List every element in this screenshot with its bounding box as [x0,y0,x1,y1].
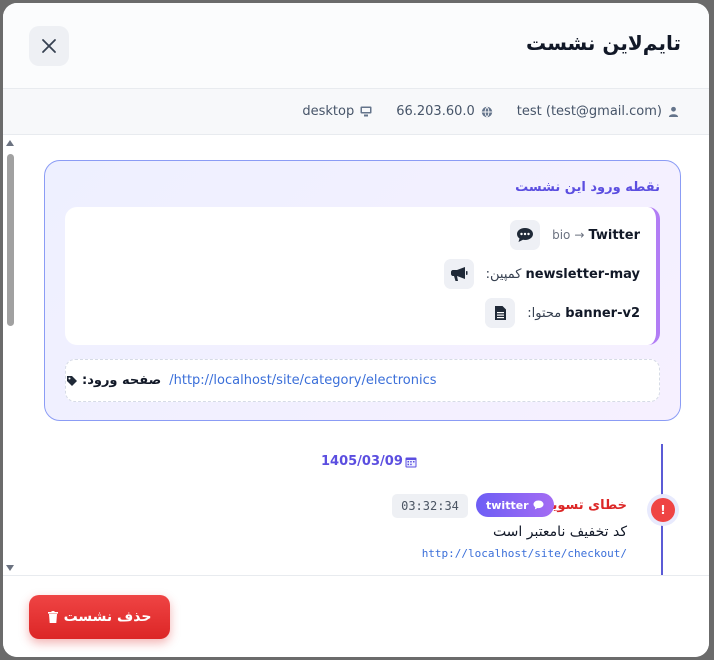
modal-header: تایم‌لاین نشست [3,3,709,89]
user-icon [668,106,679,117]
close-button[interactable] [29,26,69,66]
entry-campaign-text: کمپین: newsletter-may [486,267,640,282]
timeline-scroll-area[interactable]: نقطه ورود این نشست bio → Twitter کمپین: … [3,136,709,575]
source-name: Twitter [588,227,640,243]
trash-icon [47,611,58,623]
scroll-up-arrow-icon[interactable] [6,140,14,146]
scroll-down-arrow-icon[interactable] [6,565,14,571]
globe-icon [481,106,492,117]
desktop-icon [360,106,372,117]
event-description: کد تخفیف نامعتبر است [492,524,627,540]
event-marker: ! [647,494,679,526]
comment-dots-icon [510,220,541,250]
entry-source-text: bio → Twitter [552,228,640,243]
entry-campaign-row: کمپین: newsletter-may [443,259,640,289]
landing-label-wrap: صفحه ورود: [66,373,161,388]
campaign-value: newsletter-may [525,266,640,282]
session-timeline-modal: تایم‌لاین نشست test (test@gmail.com) 66.… [3,3,709,657]
content-value: banner-v2 [565,305,640,321]
file-icon [485,298,516,328]
timeline-date: 1405/03/09 [321,454,417,469]
info-device: desktop [302,104,372,119]
calendar-icon [405,457,417,467]
event-title: خطای تسویه [544,498,627,513]
entry-source-row: bio → Twitter [510,220,640,250]
delete-session-label: حذف نشست [63,609,152,625]
scrollbar-thumb[interactable] [7,154,14,326]
scrollbar[interactable] [5,136,15,575]
exclamation-circle-icon: ! [651,498,675,522]
entry-details: bio → Twitter کمپین: newsletter-may محتو… [65,207,660,345]
source-arrow: → [574,228,585,242]
landing-page-box: صفحه ورود: http://localhost/site/categor… [65,359,660,402]
content-label: محتوا: [527,305,562,321]
session-info-bar: test (test@gmail.com) 66.203.60.0 deskto… [3,89,709,135]
event-source-badge: twitter [476,493,554,517]
delete-session-button[interactable]: حذف نشست [29,595,170,639]
entry-point-title: نقطه ورود این نشست [515,180,660,195]
info-user: test (test@gmail.com) [517,104,679,119]
close-icon [42,39,56,53]
timeline-date-text: 1405/03/09 [321,454,403,469]
info-ip-text: 66.203.60.0 [396,104,475,119]
landing-label: صفحه ورود: [82,373,162,388]
info-device-text: desktop [302,104,355,119]
megaphone-icon [443,259,474,289]
event-badge-text: twitter [486,498,529,512]
modal-footer: حذف نشست [3,575,709,657]
campaign-label: کمپین: [485,266,522,282]
landing-url-link[interactable]: http://localhost/site/category/electroni… [169,373,436,388]
tag-icon [67,375,77,386]
source-medium: bio [552,228,571,242]
event-url-link[interactable]: http://localhost/site/checkout/ [422,547,627,560]
info-ip: 66.203.60.0 [396,104,493,119]
event-time: 03:32:34 [392,494,468,518]
info-user-text: test (test@gmail.com) [516,104,662,119]
entry-content-text: محتوا: banner-v2 [527,306,640,321]
entry-content-row: محتوا: banner-v2 [485,298,640,328]
entry-point-card: نقطه ورود این نشست bio → Twitter کمپین: … [44,160,681,421]
comment-icon [533,500,544,510]
modal-title: تایم‌لاین نشست [526,31,681,55]
